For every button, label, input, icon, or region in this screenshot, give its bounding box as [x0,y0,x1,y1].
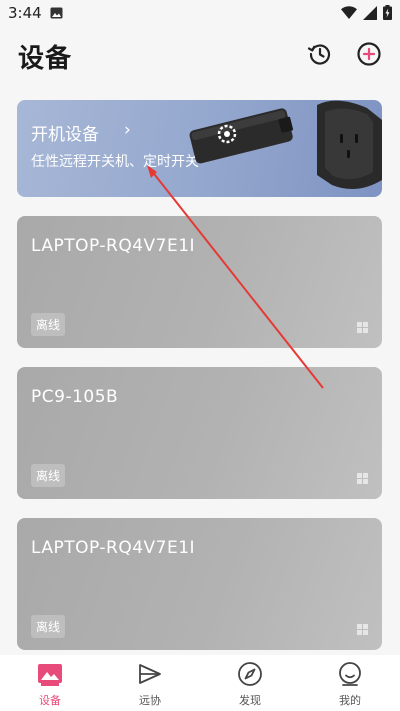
battery-charging-icon [383,5,392,20]
compass-icon [238,662,262,686]
nav-item-remote-assist[interactable]: 远协 [115,655,185,708]
nav-label: 发现 [239,694,261,707]
nav-label: 我的 [339,694,361,707]
profile-icon [339,662,361,686]
devices-icon [38,664,62,686]
status-time: 3:44 [8,4,42,22]
chevron-right-icon: › [124,120,131,140]
nav-item-profile[interactable]: 我的 [315,655,385,708]
windows-icon [357,322,368,333]
wifi-icon [341,6,357,19]
history-icon [307,44,331,65]
device-card[interactable]: LAPTOP-RQ4V7E1I 离线 [17,518,382,650]
signal-icon [363,5,377,20]
status-bar: 3:44 [0,0,400,28]
screen: 3:44 设备 开机设备 › 任性远程开关机、定时开关 LAPTOP-RQ4V7… [0,0,400,711]
page-title: 设备 [18,44,73,74]
nav-item-discover[interactable]: 发现 [215,655,285,708]
device-name: LAPTOP-RQ4V7E1I [31,236,196,256]
promo-title: 开机设备 [31,125,99,145]
windows-icon [357,473,368,484]
device-card[interactable]: LAPTOP-RQ4V7E1I 离线 [17,216,382,348]
status-badge: 离线 [31,615,66,638]
promo-subtitle: 任性远程开关机、定时开关 [31,154,199,170]
power-devices-illustration [189,100,382,189]
status-badge: 离线 [31,313,66,336]
device-card[interactable]: PC9-105B 离线 [17,367,382,499]
history-button[interactable] [306,40,334,68]
nav-label: 设备 [39,694,61,707]
remote-assist-icon [139,664,161,684]
nav-item-devices[interactable]: 设备 [15,655,85,708]
photo-icon [50,7,63,19]
status-badge: 离线 [31,464,66,487]
device-name: LAPTOP-RQ4V7E1I [31,538,196,558]
status-icons [341,5,392,20]
bottom-nav: 设备 远协 发现 我的 [0,655,400,711]
add-circle-icon [357,42,381,66]
add-device-button[interactable] [355,40,383,68]
windows-icon [357,624,368,635]
nav-label: 远协 [139,694,161,707]
device-name: PC9-105B [31,387,119,407]
power-device-banner[interactable]: 开机设备 › 任性远程开关机、定时开关 [17,100,382,197]
